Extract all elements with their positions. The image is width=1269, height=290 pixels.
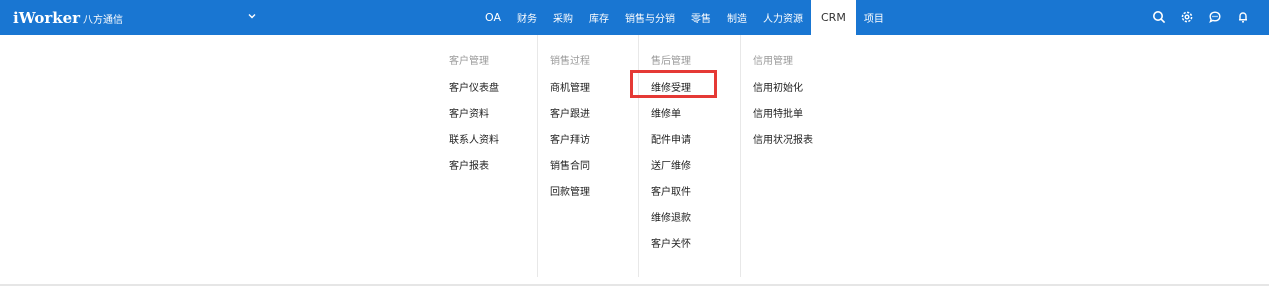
- menu-item-credit-init[interactable]: 信用初始化: [753, 79, 803, 94]
- menu-item-customer-care[interactable]: 客户关怀: [651, 235, 691, 250]
- nav-item-hr[interactable]: 人力资源: [755, 0, 811, 35]
- nav-item-manufacturing[interactable]: 制造: [719, 0, 755, 35]
- menu-column-title: 售后管理: [651, 56, 691, 67]
- nav-item-procurement[interactable]: 采购: [545, 0, 581, 35]
- menu-item-customer-visit[interactable]: 客户拜访: [550, 131, 590, 146]
- menu-item-credit-status-report[interactable]: 信用状况报表: [753, 131, 813, 146]
- menu-item-customer-profile[interactable]: 客户资料: [449, 105, 489, 120]
- menu-column-customer: 客户管理 客户仪表盘 客户资料 联系人资料 客户报表: [437, 35, 537, 277]
- header-icons: [1152, 10, 1250, 24]
- menu-column-title: 客户管理: [449, 56, 489, 67]
- search-icon[interactable]: [1152, 10, 1166, 24]
- nav-item-crm[interactable]: CRM: [811, 0, 856, 35]
- bell-icon[interactable]: [1236, 10, 1250, 24]
- nav-item-oa[interactable]: OA: [477, 0, 509, 35]
- menu-item-contact-profile[interactable]: 联系人资料: [449, 131, 499, 146]
- menu-item-credit-special-approval[interactable]: 信用特批单: [753, 105, 803, 120]
- company-selector-label[interactable]: 八方通信: [83, 11, 123, 26]
- settings-icon[interactable]: [1180, 10, 1194, 24]
- menu-item-opportunity[interactable]: 商机管理: [550, 79, 590, 94]
- menu-item-customer-followup[interactable]: 客户跟进: [550, 105, 590, 120]
- top-nav-bar: iWorker 八方通信 OA 财务 采购 库存 销售与分销 零售 制造 人力资…: [0, 0, 1269, 35]
- menu-item-repair-refund[interactable]: 维修退款: [651, 209, 691, 224]
- menu-item-repair-order[interactable]: 维修单: [651, 105, 681, 120]
- menu-item-customer-pickup[interactable]: 客户取件: [651, 183, 691, 198]
- chat-icon[interactable]: [1208, 10, 1222, 24]
- chevron-down-icon[interactable]: [246, 10, 258, 22]
- menu-item-customer-report[interactable]: 客户报表: [449, 157, 489, 172]
- nav-item-finance[interactable]: 财务: [509, 0, 545, 35]
- menu-column-title: 信用管理: [753, 56, 793, 67]
- menu-column-credit: 信用管理 信用初始化 信用特批单 信用状况报表: [740, 35, 851, 277]
- menu-item-customer-dashboard[interactable]: 客户仪表盘: [449, 79, 499, 94]
- nav-item-retail[interactable]: 零售: [683, 0, 719, 35]
- nav-item-sales-distribution[interactable]: 销售与分销: [617, 0, 683, 35]
- menu-column-sales-process: 销售过程 商机管理 客户跟进 客户拜访 销售合同 回款管理: [537, 35, 639, 277]
- menu-item-payment-collection[interactable]: 回款管理: [550, 183, 590, 198]
- app-logo: iWorker: [13, 9, 81, 27]
- menu-column-title: 销售过程: [550, 56, 590, 67]
- menu-item-factory-repair[interactable]: 送厂维修: [651, 157, 691, 172]
- menu-item-parts-request[interactable]: 配件申请: [651, 131, 691, 146]
- highlight-box: [630, 70, 717, 98]
- divider: [0, 284, 1269, 286]
- nav-item-inventory[interactable]: 库存: [581, 0, 617, 35]
- nav-item-project[interactable]: 项目: [856, 0, 892, 35]
- menu-item-sales-contract[interactable]: 销售合同: [550, 157, 590, 172]
- main-nav: OA 财务 采购 库存 销售与分销 零售 制造 人力资源 CRM 项目: [477, 0, 892, 35]
